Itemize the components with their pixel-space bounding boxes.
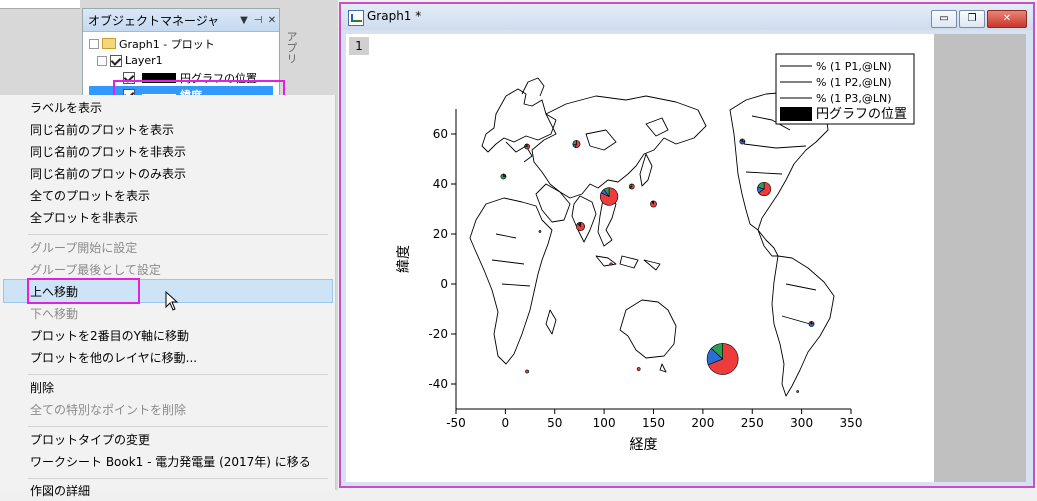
pie-chart-marker [739, 138, 746, 145]
menu-item-show-all[interactable]: 全てのプロットを表示 [30, 186, 150, 206]
pie-chart-marker [524, 143, 530, 150]
tree-item-graph[interactable]: Graph1 - プロット [89, 35, 273, 52]
pie-chart-marker [538, 230, 542, 233]
pie-slice [525, 369, 529, 374]
pie-chart-marker [796, 390, 800, 393]
pie-chart-marker [628, 183, 635, 190]
pie-chart-marker [572, 140, 581, 148]
x-tick-label: 100 [593, 416, 616, 430]
pie-chart-marker [609, 262, 613, 266]
tree-label-graph: Graph1 - プロット [119, 37, 215, 51]
pie-chart-marker [706, 343, 739, 375]
x-tick-label: 250 [741, 416, 764, 430]
toolbar-strip [0, 0, 80, 9]
menu-item-move-to-layer[interactable]: プロットを他のレイヤに移動... [30, 348, 197, 368]
y-tick-label: -20 [428, 327, 448, 341]
graph-page: 1 -50 0 50 100 150 200 250 300 350 -40 -… [346, 34, 934, 482]
pie-chart-marker [500, 173, 507, 180]
world-pie-chart[interactable]: -50 0 50 100 150 200 250 300 350 -40 -20 0 20 40 60 経度 緯… [346, 34, 934, 482]
x-tick-label: 50 [547, 416, 562, 430]
pie-slice [796, 390, 800, 393]
collapse-toggle-icon[interactable] [97, 55, 107, 66]
menu-item-delete[interactable]: 削除 [30, 378, 54, 398]
menu-item-group-end: グループ最後として設定 [30, 263, 161, 277]
legend-entry-label: % (1 P2,@LN) [816, 76, 892, 89]
menu-item-show-same-name[interactable]: 同じ名前のプロットを表示 [30, 120, 174, 140]
pie-chart-marker [650, 200, 657, 208]
pie-slice [538, 230, 542, 233]
menu-item-show-label[interactable]: ラベルを表示 [30, 98, 102, 118]
y-tick-label: 40 [433, 177, 448, 191]
pie-chart-marker [757, 181, 772, 197]
menu-item-goto-worksheet[interactable]: ワークシート Book1 - 電力発電量 (2017年) に移る [30, 452, 311, 472]
x-tick-label: 300 [790, 416, 813, 430]
highlight-box-move-up [27, 278, 140, 304]
legend-entry-label: % (1 P1,@LN) [816, 60, 892, 73]
pie-chart-marker [636, 367, 641, 371]
chart-legend: % (1 P1,@LN) % (1 P2,@LN) % (1 P3,@LN) 円グラフ… [775, 53, 915, 125]
restore-button[interactable]: ❐ [959, 10, 985, 28]
legend-entry-label: % (1 P3,@LN) [816, 92, 892, 105]
graph-window: Graph1 * ▭ ❐ ✕ 1 -50 0 50 100 150 200 25… [339, 2, 1035, 488]
dropdown-icon[interactable]: ▼ [237, 15, 251, 26]
y-axis-label: 緯度 [396, 245, 412, 273]
menu-separator [28, 234, 328, 235]
menu-item-show-only-same[interactable]: 同じ名前のプロットのみ表示 [30, 164, 186, 184]
graph-window-title: Graph1 * [367, 9, 422, 23]
menu-item-hide-same-name[interactable]: 同じ名前のプロットを非表示 [30, 142, 186, 162]
object-manager-titlebar: オブジェクトマネージャ ▼ ⊣ ✕ [83, 9, 279, 32]
pie-slice [636, 367, 641, 371]
pie-chart-marker [599, 187, 619, 206]
pin-icon[interactable]: ⊣ [251, 15, 265, 26]
pie-slice [572, 140, 577, 146]
chart-axes: -50 0 50 100 150 200 250 300 350 -40 -20 0 20 40 60 経度 緯… [396, 109, 862, 453]
world-map-outline [469, 77, 847, 397]
menu-item-plot-details[interactable]: 作図の詳細 [30, 481, 90, 501]
pie-slice [742, 138, 746, 142]
pie-chart-marker [525, 369, 529, 374]
menu-item-delete-special: 全ての特別なポイントを削除 [30, 403, 187, 417]
graph-canvas: 1 -50 0 50 100 150 200 250 300 350 -40 -… [346, 34, 1026, 482]
y-tick-label: -40 [428, 377, 448, 391]
legend-entry-label: 円グラフの位置 [816, 107, 907, 122]
mouse-cursor-icon [165, 291, 179, 311]
pie-slice [609, 262, 613, 266]
context-menu: ラベルを表示 同じ名前のプロットを表示 同じ名前のプロットを非表示 同じ名前のプ… [0, 95, 336, 498]
object-manager-title: オブジェクトマネージャ [88, 13, 220, 28]
layer-visibility-checkbox[interactable] [110, 54, 122, 67]
folder-icon [102, 38, 116, 49]
x-tick-label: 350 [840, 416, 863, 430]
pie-slice [628, 183, 633, 188]
y-tick-label: 60 [433, 127, 448, 141]
menu-item-hide-all[interactable]: 全プロットを非表示 [30, 208, 138, 228]
graph-window-icon [348, 10, 364, 26]
x-tick-label: -50 [446, 416, 466, 430]
minimize-button[interactable]: ▭ [931, 10, 957, 28]
menu-separator [28, 478, 328, 479]
pie-chart-marker [575, 222, 585, 231]
x-axis-label: 経度 [630, 437, 658, 453]
close-button[interactable]: ✕ [987, 10, 1027, 28]
menu-separator [28, 374, 328, 375]
collapse-toggle-icon[interactable] [89, 38, 99, 49]
apps-side-tab[interactable]: アプリ [279, 12, 299, 82]
menu-item-change-plot-type[interactable]: プロットタイプの変更 [30, 430, 150, 450]
pie-markers [500, 138, 815, 393]
x-tick-label: 150 [642, 416, 665, 430]
pie-chart-marker [808, 321, 815, 327]
graph-window-titlebar[interactable]: Graph1 * ▭ ❐ ✕ [341, 4, 1033, 30]
menu-item-move-to-y2[interactable]: プロットを2番目のY軸に移動 [30, 326, 189, 346]
close-icon[interactable]: ✕ [265, 15, 279, 26]
x-tick-label: 0 [502, 416, 510, 430]
tree-label-layer: Layer1 [125, 54, 163, 67]
legend-block-swatch [780, 107, 812, 121]
tree-item-layer[interactable]: Layer1 [89, 52, 273, 69]
menu-item-move-down: 下へ移動 [30, 307, 79, 321]
menu-separator [28, 426, 328, 427]
menu-item-group-start: グループ開始に設定 [30, 241, 138, 255]
y-tick-label: 20 [433, 227, 448, 241]
x-tick-label: 200 [691, 416, 714, 430]
y-tick-label: 0 [440, 277, 448, 291]
